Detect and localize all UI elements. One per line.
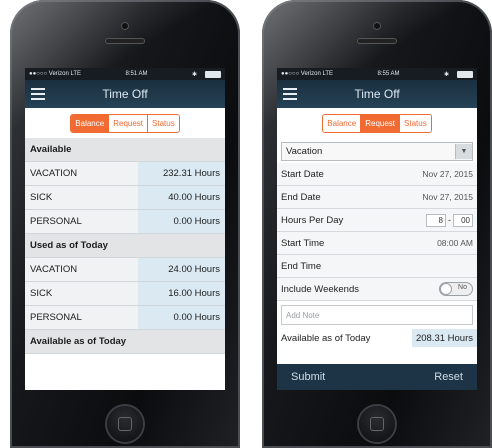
hours-per-day-row: Hours Per Day 8 - 00 (277, 209, 477, 232)
leave-type-select[interactable]: Vacation ▼ (281, 142, 473, 161)
page-title: Time Off (354, 87, 400, 101)
minutes-input[interactable]: 00 (453, 213, 473, 227)
table-row: VACATION 24.00 Hours (25, 258, 225, 282)
tab-balance[interactable]: Balance (323, 114, 362, 132)
section-header: Available (25, 138, 225, 162)
start-time-label: Start Time (281, 237, 325, 249)
available-row: Available as of Today 208.31 Hours (277, 329, 477, 347)
leave-type-label: SICK (25, 282, 138, 305)
status-time: 8:51 AM (125, 71, 148, 77)
available-value: 208.31 Hours (411, 329, 477, 347)
earpiece (105, 38, 145, 44)
hours-per-day-label: Hours Per Day (281, 214, 344, 226)
leave-type-label: SICK (25, 186, 138, 209)
toggle-label: No (458, 284, 467, 291)
submit-button[interactable]: Submit (291, 371, 325, 383)
nav-bar: Time Off (277, 80, 477, 108)
table-row: PERSONAL 0.00 Hours (25, 306, 225, 330)
hours-per-day-stepper: 8 - 00 (426, 213, 473, 227)
action-footer: Submit Reset (277, 364, 477, 390)
end-date-value: Nov 27, 2015 (422, 192, 473, 202)
tab-request[interactable]: Request (109, 114, 149, 132)
add-note-input[interactable]: Add Note (281, 305, 473, 325)
end-date-label: End Date (281, 191, 321, 203)
start-date-label: Start Date (281, 168, 324, 180)
table-row: VACATION 232.31 Hours (25, 162, 225, 186)
start-time-row[interactable]: Start Time 08:00 AM (277, 232, 477, 255)
leave-type-value: Vacation (286, 146, 323, 157)
segmented-control: Balance Request Status (277, 108, 477, 138)
screen-request: ●●○○○ Verizon LTE 8:55 AM ✱ Time Off Bal… (277, 68, 477, 390)
screen-balance: ●●○○○ Verizon LTE 8:51 AM ✱ Time Off Bal… (25, 68, 225, 390)
end-date-row[interactable]: End Date Nov 27, 2015 (277, 186, 477, 209)
battery-icon (456, 70, 473, 78)
hours-value: 232.31 Hours (138, 162, 225, 185)
leave-type-label: PERSONAL (25, 306, 138, 329)
section-header: Used as of Today (25, 234, 225, 258)
front-camera (121, 22, 129, 30)
home-button[interactable] (359, 406, 395, 442)
table-row: SICK 40.00 Hours (25, 186, 225, 210)
start-time-value: 08:00 AM (437, 238, 473, 248)
tab-balance[interactable]: Balance (71, 114, 110, 132)
carrier-signal: ●●○○○ Verizon LTE (281, 71, 334, 77)
balance-table: Available VACATION 232.31 Hours SICK 40.… (25, 138, 225, 354)
toggle-knob (440, 283, 452, 295)
end-time-row[interactable]: End Time (277, 255, 477, 278)
hours-value: 40.00 Hours (138, 186, 225, 209)
tab-request[interactable]: Request (361, 114, 401, 132)
end-time-label: End Time (281, 260, 322, 272)
hours-value: 0.00 Hours (138, 306, 225, 329)
front-camera (373, 22, 381, 30)
battery-icon (204, 70, 221, 78)
start-date-row[interactable]: Start Date Nov 27, 2015 (277, 163, 477, 186)
bluetooth-icon: ✱ (443, 71, 449, 78)
table-row: SICK 16.00 Hours (25, 282, 225, 306)
include-weekends-row: Include Weekends No (277, 278, 477, 301)
tab-status[interactable]: Status (148, 114, 179, 132)
status-time: 8:55 AM (377, 71, 400, 77)
nav-bar: Time Off (25, 80, 225, 108)
include-weekends-label: Include Weekends (281, 283, 359, 295)
reset-button[interactable]: Reset (434, 371, 463, 383)
page-title: Time Off (102, 87, 148, 101)
leave-type-label: PERSONAL (25, 210, 138, 233)
hours-value: 16.00 Hours (138, 282, 225, 305)
table-row: PERSONAL 0.00 Hours (25, 210, 225, 234)
carrier-signal: ●●○○○ Verizon LTE (29, 71, 82, 77)
status-bar: ●●○○○ Verizon LTE 8:51 AM ✱ (25, 68, 225, 80)
leave-type-label: VACATION (25, 258, 138, 281)
phone-right: ●●○○○ Verizon LTE 8:55 AM ✱ Time Off Bal… (262, 0, 492, 448)
start-date-value: Nov 27, 2015 (422, 169, 473, 179)
available-label: Available as of Today (281, 332, 371, 344)
section-header: Available as of Today (25, 330, 225, 354)
hours-value: 24.00 Hours (138, 258, 225, 281)
bluetooth-icon: ✱ (191, 71, 197, 78)
hours-value: 0.00 Hours (138, 210, 225, 233)
earpiece (357, 38, 397, 44)
leave-type-label: VACATION (25, 162, 138, 185)
hours-input[interactable]: 8 (426, 213, 446, 227)
phone-left: ●●○○○ Verizon LTE 8:51 AM ✱ Time Off Bal… (10, 0, 240, 448)
status-bar: ●●○○○ Verizon LTE 8:55 AM ✱ (277, 68, 477, 80)
segmented-control: Balance Request Status (25, 108, 225, 138)
tab-status[interactable]: Status (400, 114, 431, 132)
home-button[interactable] (107, 406, 143, 442)
dropdown-arrow-icon: ▼ (455, 144, 472, 159)
include-weekends-toggle[interactable]: No (439, 282, 473, 296)
separator: - (448, 215, 451, 225)
request-form: Vacation ▼ Start Date Nov 27, 2015 End D… (277, 142, 477, 347)
